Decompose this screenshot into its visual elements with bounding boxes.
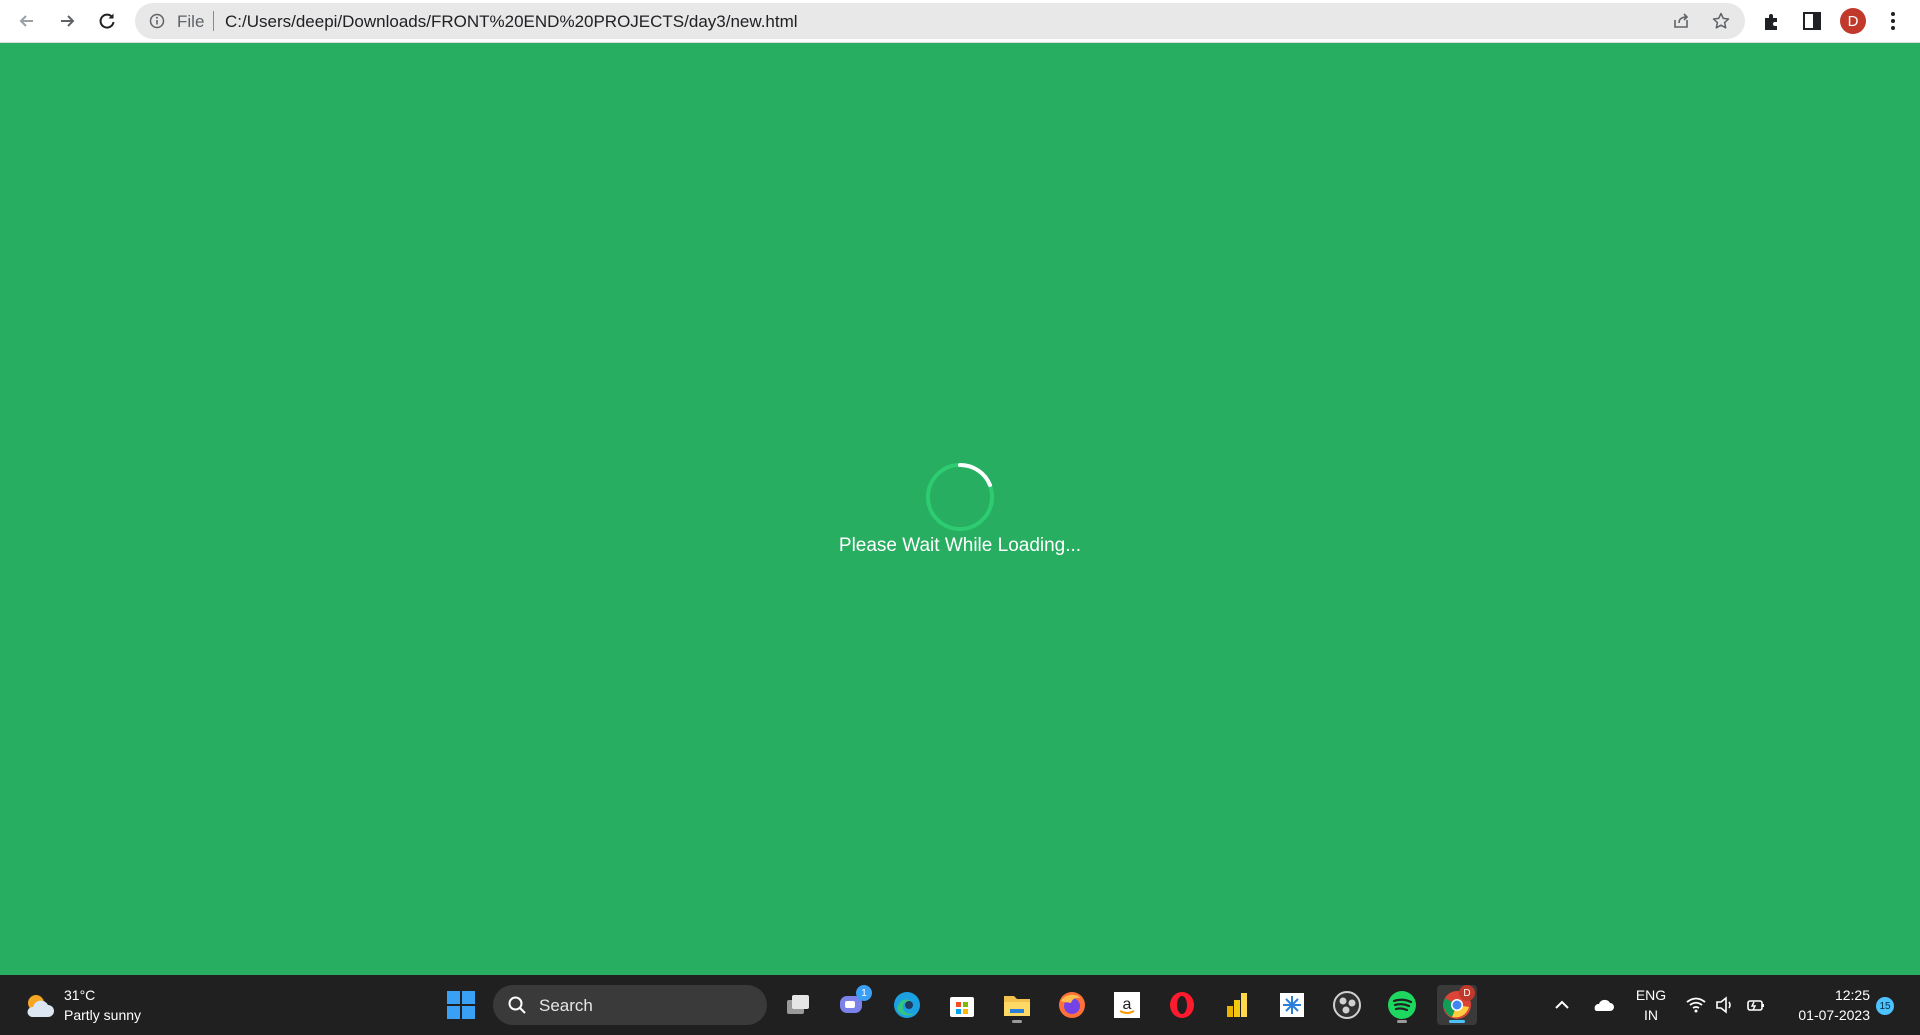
firefox-app[interactable] xyxy=(1052,985,1092,1025)
back-button[interactable] xyxy=(12,6,42,36)
taskbar-search[interactable]: Search xyxy=(493,985,767,1025)
windows-logo-icon xyxy=(447,991,475,1019)
star-icon[interactable] xyxy=(1711,11,1731,31)
store-app[interactable] xyxy=(942,985,982,1025)
address-bar[interactable]: File C:/Users/deepi/Downloads/FRONT%20EN… xyxy=(135,3,1745,39)
side-panel-icon[interactable] xyxy=(1801,10,1823,32)
reload-icon xyxy=(99,13,115,29)
battery-weather-icon[interactable] xyxy=(1745,995,1767,1015)
power-bi-icon xyxy=(1227,993,1247,1017)
task-view-icon xyxy=(787,995,809,1014)
share-icon[interactable] xyxy=(1671,11,1691,31)
wifi-icon[interactable] xyxy=(1685,995,1707,1015)
url-separator xyxy=(213,11,214,31)
power-bi-app[interactable] xyxy=(1217,985,1257,1025)
page-content: Please Wait While Loading... xyxy=(0,43,1920,975)
teams-app[interactable]: 1 xyxy=(832,985,872,1025)
task-view-button[interactable] xyxy=(778,985,818,1025)
running-indicator xyxy=(1012,1020,1022,1023)
notification-badge[interactable]: 15 xyxy=(1876,997,1894,1015)
snipping-app[interactable] xyxy=(1272,985,1312,1025)
url-scheme-label: File xyxy=(177,12,205,31)
clock-date[interactable]: 01-07-2023 xyxy=(1780,1007,1870,1023)
file-explorer-app[interactable] xyxy=(997,985,1037,1025)
taskbar: 31°C Partly sunny Search 1 a D ENG IN 12… xyxy=(0,975,1920,1035)
volume-icon[interactable] xyxy=(1714,995,1736,1015)
amazon-app[interactable]: a xyxy=(1107,985,1147,1025)
amazon-icon: a xyxy=(1114,992,1140,1018)
partly-sunny-icon xyxy=(27,995,54,1017)
store-icon xyxy=(950,997,974,1017)
folder-icon xyxy=(1004,996,1030,1016)
back-icon xyxy=(19,15,33,27)
search-icon xyxy=(508,996,526,1014)
loading-message: Please Wait While Loading... xyxy=(838,535,1082,556)
chrome-profile-badge: D xyxy=(1459,985,1475,1001)
weather-condition: Partly sunny xyxy=(64,1007,142,1023)
profile-avatar[interactable]: D xyxy=(1840,8,1866,34)
obs-icon xyxy=(1333,991,1361,1019)
clock-time[interactable]: 12:25 xyxy=(1780,987,1870,1003)
opera-icon xyxy=(1170,992,1194,1018)
language-code[interactable]: ENG xyxy=(1628,987,1674,1003)
snipping-tool-icon xyxy=(1280,993,1304,1017)
edge-icon xyxy=(894,992,920,1018)
reload-button[interactable] xyxy=(92,6,122,36)
loading-spinner-icon xyxy=(926,462,994,531)
language-region[interactable]: IN xyxy=(1628,1007,1674,1023)
edge-app[interactable] xyxy=(887,985,927,1025)
search-label: Search xyxy=(539,996,593,1015)
browser-toolbar: File C:/Users/deepi/Downloads/FRONT%20EN… xyxy=(0,0,1920,43)
svg-text:a: a xyxy=(1123,996,1132,1013)
spotify-icon xyxy=(1388,991,1416,1019)
obs-app[interactable] xyxy=(1327,985,1367,1025)
chevron-up-icon[interactable] xyxy=(1552,995,1572,1015)
teams-badge: 1 xyxy=(856,985,872,1001)
active-indicator xyxy=(1449,1020,1465,1023)
chrome-app[interactable]: D xyxy=(1437,985,1477,1025)
extensions-icon[interactable] xyxy=(1761,10,1783,32)
forward-button[interactable] xyxy=(52,6,82,36)
firefox-icon xyxy=(1059,992,1085,1018)
menu-icon[interactable] xyxy=(1882,10,1904,32)
onedrive-icon[interactable] xyxy=(1591,995,1615,1015)
opera-app[interactable] xyxy=(1162,985,1202,1025)
forward-icon xyxy=(61,15,75,27)
running-indicator xyxy=(1397,1020,1407,1023)
info-icon[interactable] xyxy=(149,13,165,29)
start-button[interactable] xyxy=(441,985,481,1025)
spotify-app[interactable] xyxy=(1382,985,1422,1025)
url-text[interactable]: C:/Users/deepi/Downloads/FRONT%20END%20P… xyxy=(225,12,798,32)
weather-temperature: 31°C xyxy=(64,987,96,1003)
